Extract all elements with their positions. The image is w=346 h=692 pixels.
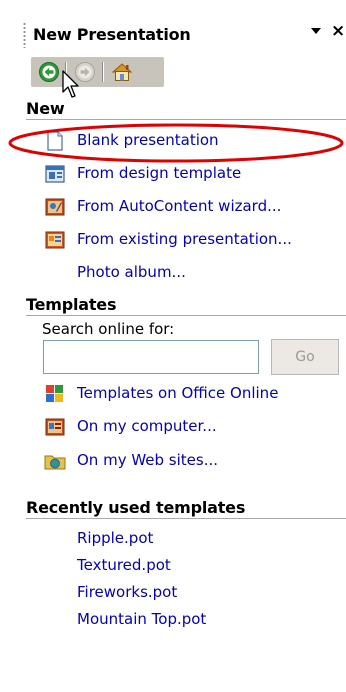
section-divider xyxy=(26,315,346,316)
from-existing-presentation-link[interactable]: From existing presentation... xyxy=(77,230,292,248)
on-my-web-sites-link[interactable]: On my Web sites... xyxy=(77,451,218,469)
grip-handle[interactable] xyxy=(23,22,26,48)
search-online-label: Search online for: xyxy=(42,320,175,338)
my-computer-templates-icon xyxy=(45,418,65,436)
office-online-icon xyxy=(46,385,63,402)
design-template-icon xyxy=(45,165,65,183)
triangle-down-icon[interactable] xyxy=(311,28,321,34)
toolbar-separator xyxy=(65,62,67,82)
section-divider xyxy=(26,518,346,519)
task-pane-title-bar: New Presentation × xyxy=(0,16,346,54)
recent-template-link[interactable]: Ripple.pot xyxy=(77,529,153,547)
toolbar-separator xyxy=(102,62,104,82)
from-design-template-link[interactable]: From design template xyxy=(77,164,241,182)
section-heading-new: New xyxy=(26,99,65,118)
blank-document-icon xyxy=(47,131,63,151)
from-autocontent-wizard-link[interactable]: From AutoContent wizard... xyxy=(77,197,281,215)
home-icon[interactable] xyxy=(111,61,133,83)
search-input[interactable] xyxy=(43,340,259,374)
recent-template-link[interactable]: Textured.pot xyxy=(77,556,171,574)
autocontent-wizard-icon xyxy=(45,198,65,216)
navigation-toolbar xyxy=(31,57,164,87)
existing-presentation-icon xyxy=(45,231,65,249)
on-my-computer-link[interactable]: On my computer... xyxy=(77,417,217,435)
back-arrow-icon[interactable] xyxy=(38,61,60,83)
recent-template-link[interactable]: Fireworks.pot xyxy=(77,583,177,601)
web-sites-icon xyxy=(44,455,66,470)
section-heading-recent: Recently used templates xyxy=(26,498,246,517)
section-heading-templates: Templates xyxy=(26,295,117,314)
go-button[interactable]: Go xyxy=(271,339,339,375)
photo-album-link[interactable]: Photo album... xyxy=(77,263,186,281)
task-pane-title: New Presentation xyxy=(33,25,191,44)
forward-arrow-icon[interactable] xyxy=(74,61,96,83)
recent-template-link[interactable]: Mountain Top.pot xyxy=(77,610,206,628)
new-presentation-task-pane: New Presentation × New Blank presentatio xyxy=(0,0,346,692)
templates-office-online-link[interactable]: Templates on Office Online xyxy=(77,384,278,402)
section-divider xyxy=(26,119,346,120)
blank-presentation-link[interactable]: Blank presentation xyxy=(77,131,219,149)
close-icon[interactable]: × xyxy=(331,21,346,41)
